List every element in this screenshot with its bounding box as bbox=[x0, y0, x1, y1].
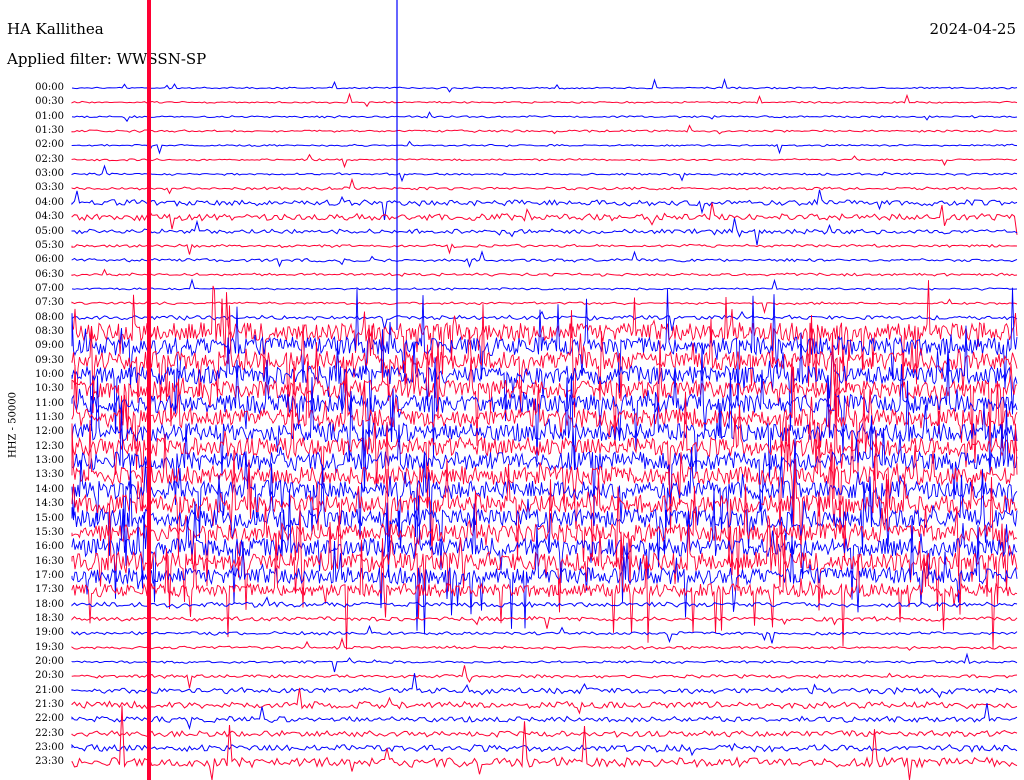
trace-line bbox=[71, 140, 1018, 155]
trace-line bbox=[71, 250, 1018, 269]
trace-line bbox=[71, 705, 1018, 780]
trace-line bbox=[71, 687, 1018, 715]
trace-line bbox=[71, 202, 1018, 235]
trace-line bbox=[71, 287, 1018, 406]
trace-line bbox=[71, 665, 1018, 689]
trace-line bbox=[71, 703, 1018, 730]
trace-line bbox=[71, 124, 1018, 135]
trace-line bbox=[71, 298, 1018, 315]
trace-line bbox=[71, 652, 1018, 673]
trace-line bbox=[71, 742, 1018, 757]
trace-line bbox=[71, 637, 1018, 651]
trace-line bbox=[71, 596, 1018, 609]
trace-line bbox=[71, 243, 1018, 255]
helicorder-plot bbox=[71, 0, 1018, 780]
trace-line bbox=[71, 111, 1018, 123]
trace-line bbox=[71, 77, 1018, 93]
trace-line bbox=[71, 218, 1018, 246]
trace-line bbox=[71, 164, 1018, 183]
trace-line bbox=[71, 153, 1018, 169]
trace-line bbox=[71, 310, 1018, 331]
trace-line bbox=[71, 624, 1018, 644]
trace-line bbox=[71, 304, 1018, 420]
trace-line bbox=[71, 177, 1018, 195]
trace-line bbox=[71, 268, 1018, 277]
trace-line bbox=[71, 615, 1018, 629]
trace-line bbox=[71, 92, 1018, 108]
